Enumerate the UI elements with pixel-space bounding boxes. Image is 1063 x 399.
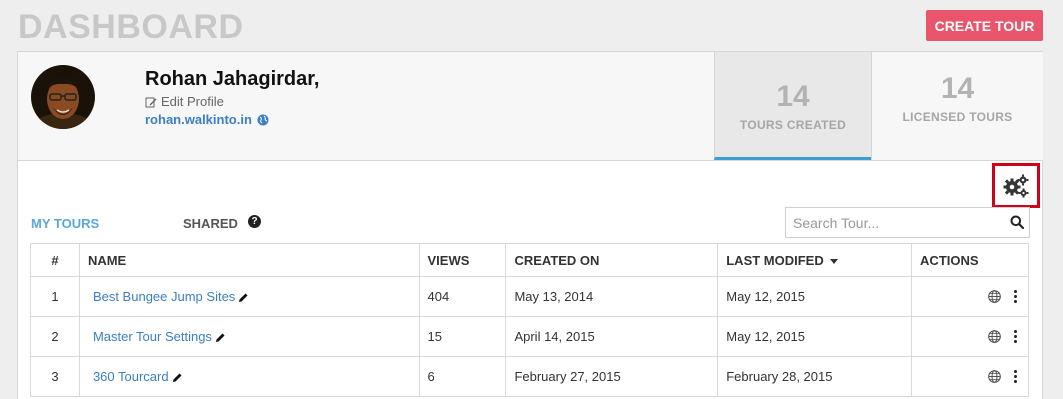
edit-profile-label: Edit Profile (161, 94, 224, 109)
settings-button[interactable] (992, 163, 1040, 208)
column-header-name[interactable]: NAME (78, 243, 420, 277)
stat-tours-created-value: 14 (776, 80, 810, 113)
user-name: Rohan Jahagirdar, (145, 68, 320, 90)
search-icon[interactable] (1010, 215, 1024, 229)
tour-name-link[interactable]: Master Tour Settings (93, 329, 212, 344)
globe-icon[interactable] (988, 290, 1001, 303)
row-modified: May 12, 2015 (717, 316, 913, 357)
row-name-cell: 360 Tourcard (78, 356, 420, 397)
tours-panel: MY TOURS SHARED ? # NAME VIEWS CREATED O… (17, 161, 1043, 399)
help-icon[interactable]: ? (248, 215, 261, 228)
row-number: 3 (30, 356, 80, 397)
stat-licensed-tours[interactable]: 14 LICENSED TOURS (871, 52, 1043, 160)
row-created: May 13, 2014 (505, 276, 719, 317)
profile-card: Rohan Jahagirdar, Edit Profile rohan.wal… (17, 51, 1043, 161)
edit-profile-link[interactable]: Edit Profile (145, 94, 224, 109)
globe-icon[interactable] (988, 330, 1001, 343)
avatar[interactable] (31, 65, 95, 129)
column-header-views[interactable]: VIEWS (418, 243, 507, 277)
column-header-actions: ACTIONS (911, 243, 1029, 277)
globe-icon (257, 114, 269, 125)
row-created: February 27, 2015 (505, 356, 719, 397)
user-site-link[interactable]: rohan.walkinto.in (145, 112, 269, 127)
row-views: 404 (418, 276, 507, 317)
row-views: 6 (418, 356, 507, 397)
row-actions (911, 356, 1029, 397)
create-tour-button[interactable]: CREATE TOUR (926, 10, 1043, 41)
edit-icon (145, 97, 157, 107)
tour-name-link[interactable]: 360 Tourcard (93, 369, 169, 384)
tours-table: # NAME VIEWS CREATED ON LAST MODIFED ACT… (30, 243, 1029, 397)
row-actions (911, 276, 1029, 317)
tab-shared[interactable]: SHARED (183, 216, 238, 231)
stat-licensed-tours-label: LICENSED TOURS (902, 110, 1013, 124)
row-created: April 14, 2015 (505, 316, 719, 357)
kebab-icon[interactable] (1013, 290, 1018, 303)
table-row: 3 360 Tourcard 6 February 27, 2015 Febru… (30, 356, 1029, 397)
sort-caret-icon (829, 258, 838, 264)
column-header-num: # (30, 243, 80, 277)
row-number: 1 (30, 276, 80, 317)
user-site-label: rohan.walkinto.in (145, 112, 252, 127)
row-actions (911, 316, 1029, 357)
column-header-last-modified-label: LAST MODIFED (726, 252, 824, 268)
row-name-cell: Master Tour Settings (78, 316, 420, 357)
pencil-icon[interactable] (215, 332, 226, 343)
tour-name-link[interactable]: Best Bungee Jump Sites (93, 289, 235, 304)
row-number: 2 (30, 316, 80, 357)
stat-tours-created-label: TOURS CREATED (739, 118, 847, 132)
stat-tours-created[interactable]: 14 TOURS CREATED (714, 52, 871, 160)
row-name-cell: Best Bungee Jump Sites (78, 276, 420, 317)
row-modified: May 12, 2015 (717, 276, 913, 317)
kebab-icon[interactable] (1013, 330, 1018, 343)
table-row: 1 Best Bungee Jump Sites 404 May 13, 201… (30, 276, 1029, 317)
kebab-icon[interactable] (1013, 370, 1018, 383)
globe-icon[interactable] (988, 370, 1001, 383)
table-row: 2 Master Tour Settings 15 April 14, 2015… (30, 316, 1029, 357)
pencil-icon[interactable] (238, 292, 249, 303)
table-header-row: # NAME VIEWS CREATED ON LAST MODIFED ACT… (30, 243, 1029, 277)
stat-licensed-tours-value: 14 (940, 72, 975, 105)
column-header-created[interactable]: CREATED ON (505, 243, 719, 277)
column-header-last-modified[interactable]: LAST MODIFED (717, 243, 913, 277)
page-title: DASHBOARD (18, 8, 244, 46)
tab-my-tours[interactable]: MY TOURS (31, 216, 99, 231)
gears-icon (1003, 174, 1029, 197)
row-modified: February 28, 2015 (717, 356, 913, 397)
search-input[interactable] (786, 208, 1001, 237)
search-box (785, 207, 1030, 238)
pencil-icon[interactable] (172, 372, 183, 383)
row-views: 15 (418, 316, 507, 357)
